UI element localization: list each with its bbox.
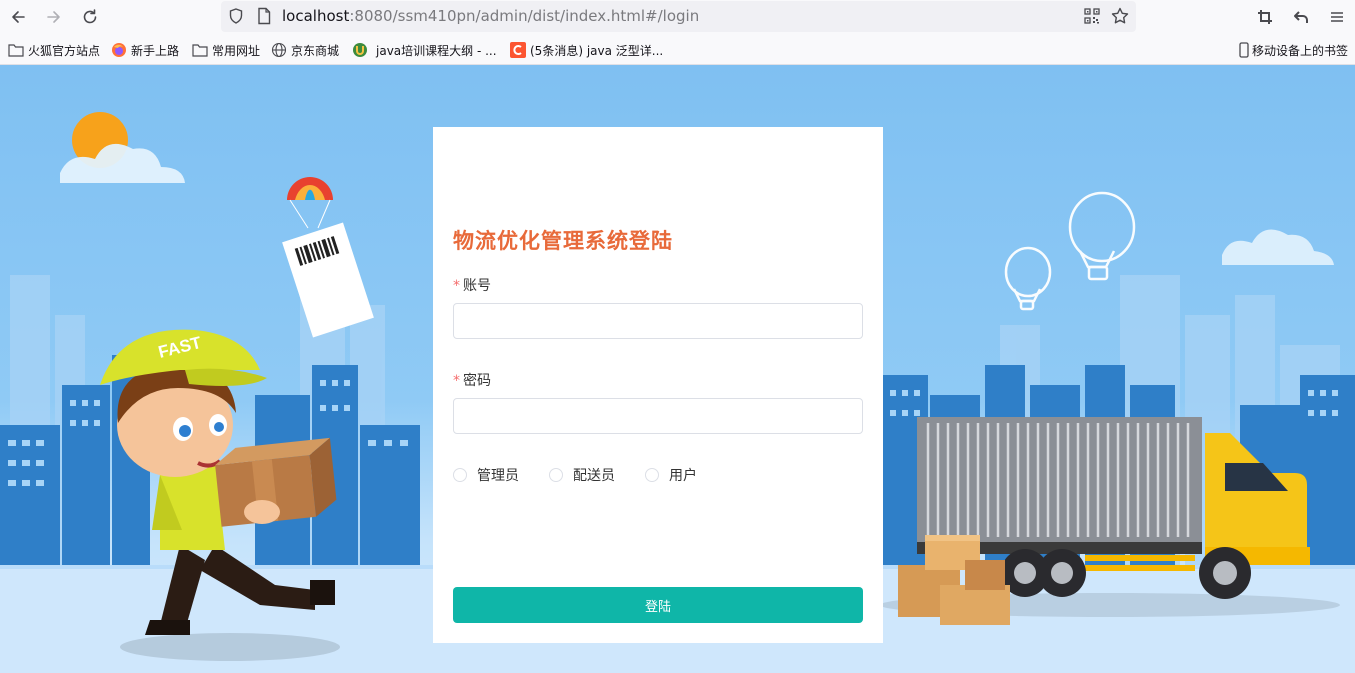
- bookmark-label: 新手上路: [131, 43, 180, 58]
- account-label: * 账号: [453, 278, 491, 294]
- url-text[interactable]: localhost:8080/ssm410pn/admin/dist/index…: [282, 7, 699, 25]
- role-label: 管理员: [477, 468, 519, 484]
- bookmark-item[interactable]: 火狐官方站点: [8, 40, 100, 60]
- browser-toolbar: localhost:8080/ssm410pn/admin/dist/index…: [0, 0, 1355, 34]
- folder-icon: [192, 42, 208, 58]
- mobile-bookmarks[interactable]: 移动设备上的书签: [1238, 40, 1348, 60]
- bookmark-item[interactable]: 京东商城: [271, 40, 339, 60]
- bookmark-item[interactable]: 新手上路: [111, 40, 179, 60]
- qr-code-icon[interactable]: [1083, 7, 1101, 29]
- globe-icon: [271, 42, 287, 58]
- password-input[interactable]: [453, 398, 863, 434]
- bookmark-label: 火狐官方站点: [28, 43, 101, 58]
- mobile-device-icon: [1238, 42, 1250, 58]
- csdn-icon: [510, 42, 526, 58]
- reload-icon[interactable]: [78, 5, 102, 29]
- role-radio-group: 管理员 配送员 用户: [453, 464, 727, 486]
- back-icon[interactable]: [6, 5, 30, 29]
- radio-circle-icon[interactable]: [549, 468, 563, 482]
- undo-arrow-icon[interactable]: [1289, 5, 1313, 29]
- role-radio-courier[interactable]: 配送员: [549, 465, 615, 485]
- bookmarks-bar: 火狐官方站点 新手上路 常用网址 京东商城 java培训课程大纲 - ... (…: [0, 34, 1355, 65]
- login-form-card: 物流优化管理系统登陆 * 账号 * 密码 管理员 配送员 用户 登陆: [433, 127, 883, 643]
- radio-circle-icon[interactable]: [453, 468, 467, 482]
- radio-circle-icon[interactable]: [645, 468, 659, 482]
- role-label: 配送员: [573, 468, 615, 484]
- role-radio-user[interactable]: 用户: [645, 465, 697, 485]
- role-label: 用户: [669, 468, 697, 484]
- login-title: 物流优化管理系统登陆: [453, 228, 673, 253]
- bookmark-item[interactable]: java培训课程大纲 - ...: [352, 40, 497, 60]
- role-radio-admin[interactable]: 管理员: [453, 465, 519, 485]
- url-bar[interactable]: localhost:8080/ssm410pn/admin/dist/index…: [221, 1, 1136, 32]
- site-icon: [352, 42, 368, 58]
- bookmark-label: java培训课程大纲 - ...: [376, 43, 497, 58]
- account-input[interactable]: [453, 303, 863, 339]
- required-mark: *: [453, 373, 460, 389]
- hamburger-menu-icon[interactable]: [1325, 5, 1349, 29]
- bookmark-label: 京东商城: [291, 43, 340, 58]
- bookmark-label: 常用网址: [212, 43, 261, 58]
- folder-icon: [8, 42, 24, 58]
- page-icon[interactable]: [256, 7, 272, 29]
- password-label: * 密码: [453, 373, 491, 389]
- bookmark-label: (5条消息) java 泛型详...: [530, 43, 664, 58]
- bookmark-item[interactable]: (5条消息) java 泛型详...: [510, 40, 663, 60]
- star-bookmark-icon[interactable]: [1110, 6, 1130, 30]
- required-mark: *: [453, 278, 460, 294]
- login-button[interactable]: 登陆: [453, 587, 863, 623]
- shield-icon[interactable]: [227, 7, 245, 29]
- crop-screenshot-icon[interactable]: [1253, 5, 1277, 29]
- firefox-icon: [111, 42, 127, 58]
- bookmark-item[interactable]: 常用网址: [192, 40, 260, 60]
- mobile-bookmarks-label: 移动设备上的书签: [1252, 43, 1349, 58]
- forward-icon[interactable]: [42, 5, 66, 29]
- login-page: FAST 物流优化管理系统登陆 * 账号 * 密码 管理员 配送员 用户 登陆: [0, 65, 1355, 673]
